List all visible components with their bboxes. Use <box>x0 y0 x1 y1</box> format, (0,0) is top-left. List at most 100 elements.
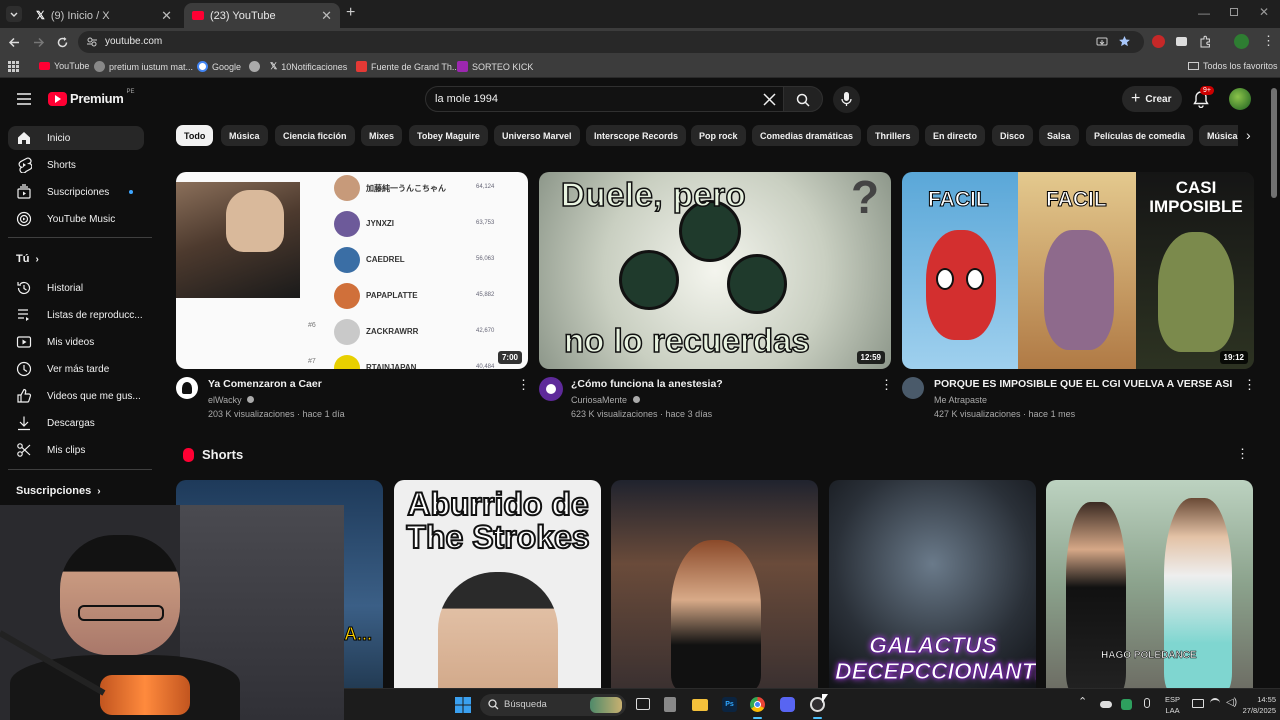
channel-name[interactable]: CuriosaMente <box>571 395 640 405</box>
sidebar-item-suscripciones[interactable]: Suscripciones <box>8 180 144 204</box>
sidebar-section-tu[interactable]: Tú › <box>16 253 39 265</box>
puzzle-extensions-icon[interactable] <box>1199 35 1212 48</box>
search-input[interactable]: la mole 1994 <box>435 93 498 105</box>
channel-name[interactable]: Me Atrapaste <box>934 395 987 405</box>
youtube-premium-logo[interactable]: Premium PE <box>48 89 135 106</box>
language-indicator[interactable]: ESP LAA <box>1165 694 1180 716</box>
sidebar-section-suscripciones[interactable]: Suscripciones › <box>16 485 101 497</box>
restore-icon[interactable] <box>1230 8 1238 16</box>
minimize-icon[interactable]: — <box>1198 6 1210 20</box>
short-card[interactable]: HAGO POLEDANCE <box>1046 480 1253 688</box>
sidebar-item-mis-clips[interactable]: Mis clips <box>8 438 144 462</box>
sidebar-item-historial[interactable]: Historial <box>8 276 144 300</box>
volume-icon[interactable]: ◁) <box>1226 697 1237 708</box>
sidebar-item-mis-videos[interactable]: Mis videos <box>8 330 144 354</box>
sidebar-item-shorts[interactable]: Shorts <box>8 153 144 177</box>
tray-app-icon[interactable] <box>1121 699 1132 710</box>
filter-chip[interactable]: Películas de comedia <box>1086 125 1194 146</box>
hamburger-menu-icon[interactable] <box>17 93 31 105</box>
extension-icon[interactable] <box>1176 37 1187 46</box>
filter-chip[interactable]: Interscope Records <box>586 125 687 146</box>
filter-chip[interactable]: Salsa <box>1039 125 1079 146</box>
tab-youtube[interactable]: (23) YouTube ✕ <box>184 3 340 28</box>
bookmark-star-icon[interactable] <box>1118 35 1131 48</box>
short-card[interactable]: GALACTUS DECEPCCIONANTE <box>829 480 1036 688</box>
new-tab-button[interactable]: + <box>346 5 355 21</box>
sidebar-item-youtube-music[interactable]: YouTube Music <box>8 207 144 231</box>
search-button[interactable] <box>783 86 823 112</box>
install-app-icon[interactable] <box>1096 36 1108 48</box>
bookmark-notificaciones[interactable]: 𝕏 10Notificaciones <box>270 61 347 72</box>
photoshop-icon[interactable]: Ps <box>722 697 737 712</box>
short-card[interactable]: Aburrido de The Strokes <box>394 480 601 688</box>
video-menu-icon[interactable]: ⋮ <box>880 377 893 393</box>
short-card[interactable] <box>611 480 818 688</box>
windows-start-icon[interactable] <box>455 697 471 713</box>
video-title[interactable]: Ya Comenzaron a Caer <box>208 378 322 390</box>
account-avatar[interactable] <box>1229 88 1251 110</box>
address-bar[interactable]: youtube.com <box>78 31 1144 53</box>
wifi-icon[interactable] <box>1210 698 1220 708</box>
site-info-icon[interactable] <box>86 36 98 48</box>
bookmark-sorteo-kick[interactable]: SORTEO KICK <box>457 61 533 72</box>
sidebar-item-listas[interactable]: Listas de reproducc... <box>8 303 144 327</box>
filter-chip[interactable]: Comedias dramáticas <box>752 125 862 146</box>
file-explorer-icon[interactable] <box>692 699 708 711</box>
video-menu-icon[interactable]: ⋮ <box>1243 377 1256 393</box>
notifications-button[interactable]: 9+ <box>1192 86 1214 110</box>
filter-chip[interactable]: Mixes <box>361 125 403 146</box>
monitor-icon[interactable] <box>1192 699 1204 708</box>
taskbar-search[interactable]: Búsqueda <box>480 694 626 716</box>
sidebar-item-videos-que-me-gustan[interactable]: Videos que me gus... <box>8 384 144 408</box>
extension-icon[interactable] <box>1152 35 1165 48</box>
sidebar-item-inicio[interactable]: Inicio <box>8 126 144 150</box>
filter-chip[interactable]: Ciencia ficción <box>275 125 355 146</box>
close-icon[interactable]: ✕ <box>321 8 332 24</box>
filter-chip[interactable]: Música <box>221 125 268 146</box>
sidebar-item-ver-mas-tarde[interactable]: Ver más tarde <box>8 357 144 381</box>
video-title[interactable]: ¿Cómo funciona la anestesia? <box>571 378 723 390</box>
voice-search-button[interactable] <box>833 86 860 113</box>
tab-x[interactable]: 𝕏 (9) Inicio / X ✕ <box>28 3 180 28</box>
back-arrow-icon[interactable] <box>8 36 21 49</box>
filter-chip[interactable]: Pop rock <box>691 125 746 146</box>
chips-next-button[interactable]: › <box>1238 125 1262 146</box>
video-title[interactable]: PORQUE ES IMPOSIBLE QUE EL CGI VUELVA A … <box>934 378 1232 390</box>
channel-name[interactable]: elWacky <box>208 395 255 405</box>
tab-search-button[interactable] <box>6 6 22 22</box>
close-icon[interactable]: ✕ <box>161 8 172 24</box>
filter-chip[interactable]: En directo <box>925 125 986 146</box>
discord-icon[interactable] <box>780 697 795 712</box>
channel-avatar[interactable] <box>539 377 563 401</box>
filter-chip[interactable]: Thrillers <box>867 125 919 146</box>
search-box[interactable]: la mole 1994 <box>425 86 784 112</box>
video-menu-icon[interactable]: ⋮ <box>517 377 530 393</box>
chrome-icon[interactable] <box>750 697 765 712</box>
onedrive-icon[interactable] <box>1100 701 1112 708</box>
taskbar-app-icon[interactable] <box>664 697 676 712</box>
bookmark-google[interactable]: Google <box>197 61 241 72</box>
sidebar-item-descargas[interactable]: Descargas <box>8 411 144 435</box>
task-view-icon[interactable] <box>636 698 650 710</box>
forward-arrow-icon[interactable] <box>32 36 45 49</box>
channel-avatar[interactable] <box>902 377 924 399</box>
video-thumbnail[interactable]: Duele, pero ? no lo recuerdas 12:59 <box>539 172 891 369</box>
all-bookmarks[interactable]: Todos los favoritos <box>1188 61 1278 71</box>
reload-icon[interactable] <box>56 36 69 49</box>
video-thumbnail[interactable]: #6 #7 7:00 加藤純一うんこちゃん 64,124 JYNXZI 63,753 C… <box>176 172 528 369</box>
menu-dots-icon[interactable]: ⋮ <box>1262 34 1275 48</box>
filter-chip[interactable]: Tobey Maguire <box>409 125 488 146</box>
bookmark-pretium[interactable]: pretium iustum mat... <box>94 61 193 72</box>
bookmark-unnamed[interactable] <box>249 61 264 72</box>
filter-chip[interactable]: Disco <box>992 125 1033 146</box>
bookmark-fuente-gta[interactable]: Fuente de Grand Th... <box>356 61 459 72</box>
profile-avatar[interactable] <box>1234 34 1249 49</box>
shorts-menu-icon[interactable]: ⋮ <box>1236 446 1249 462</box>
clock[interactable]: 14:55 27/8/2025 <box>1242 694 1276 716</box>
filter-chip[interactable]: Universo Marvel <box>494 125 580 146</box>
video-thumbnail[interactable]: FACIL FACIL CASI IMPOSIBLE 19:12 <box>902 172 1254 369</box>
chevron-up-icon[interactable]: ⌃ <box>1078 695 1087 708</box>
channel-avatar[interactable] <box>176 377 198 399</box>
microphone-icon[interactable] <box>1144 698 1150 708</box>
create-button[interactable]: + Crear <box>1122 86 1182 112</box>
